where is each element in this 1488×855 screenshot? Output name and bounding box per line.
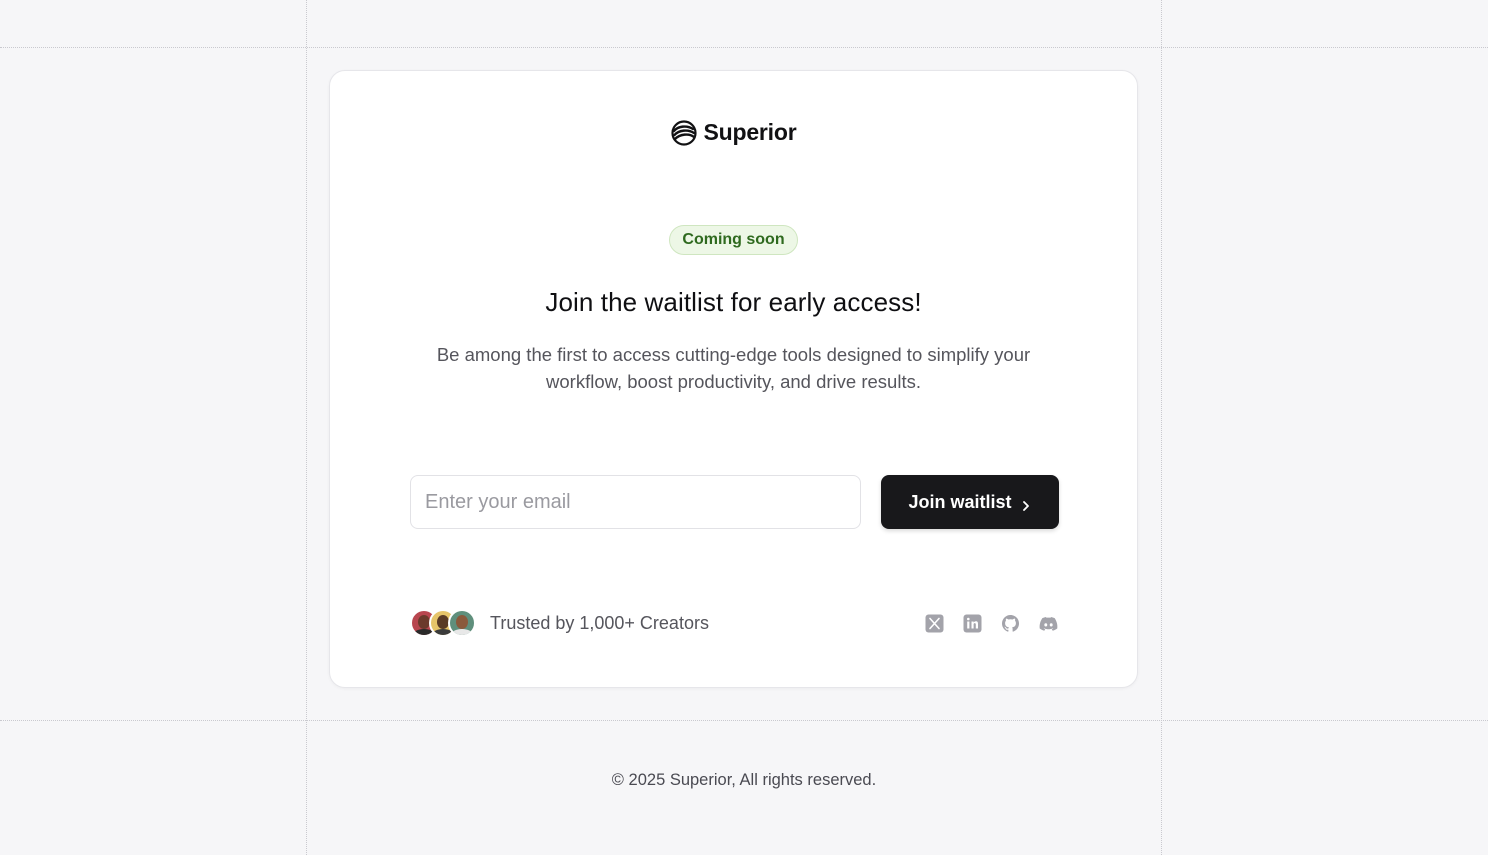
superior-logo-icon	[670, 119, 697, 146]
x-twitter-icon[interactable]	[925, 614, 944, 633]
github-icon[interactable]	[1001, 614, 1020, 633]
footer-copyright: © 2025 Superior, All rights reserved.	[611, 771, 877, 789]
social-links	[925, 614, 1058, 633]
avatar-group	[410, 609, 476, 637]
trust-text: Trusted by 1,000+ Creators	[490, 612, 709, 633]
guide-line-left	[306, 0, 307, 855]
chevron-right-icon	[1020, 496, 1032, 511]
guide-line-top	[0, 47, 1488, 48]
guide-line-right	[1161, 0, 1162, 855]
trust-row: Trusted by 1,000+ Creators	[410, 609, 709, 637]
email-input[interactable]	[410, 475, 861, 529]
page-title: Join the waitlist for early access!	[545, 287, 922, 317]
coming-soon-badge: Coming soon	[669, 225, 798, 255]
linkedin-icon[interactable]	[963, 614, 982, 633]
brand: Superior	[330, 119, 1137, 146]
brand-name: Superior	[703, 119, 797, 145]
page: Superior Coming soon Join the waitlist f…	[0, 0, 1488, 855]
avatar	[448, 609, 476, 637]
page-subtitle: Be among the first to access cutting-edg…	[436, 344, 1031, 392]
badge-wrap: Coming soon	[330, 225, 1137, 255]
join-waitlist-label: Join waitlist	[908, 491, 1012, 512]
join-waitlist-button[interactable]: Join waitlist	[881, 475, 1059, 529]
discord-icon[interactable]	[1039, 614, 1058, 633]
guide-line-bottom	[0, 720, 1488, 721]
waitlist-card: Superior Coming soon Join the waitlist f…	[329, 70, 1138, 688]
